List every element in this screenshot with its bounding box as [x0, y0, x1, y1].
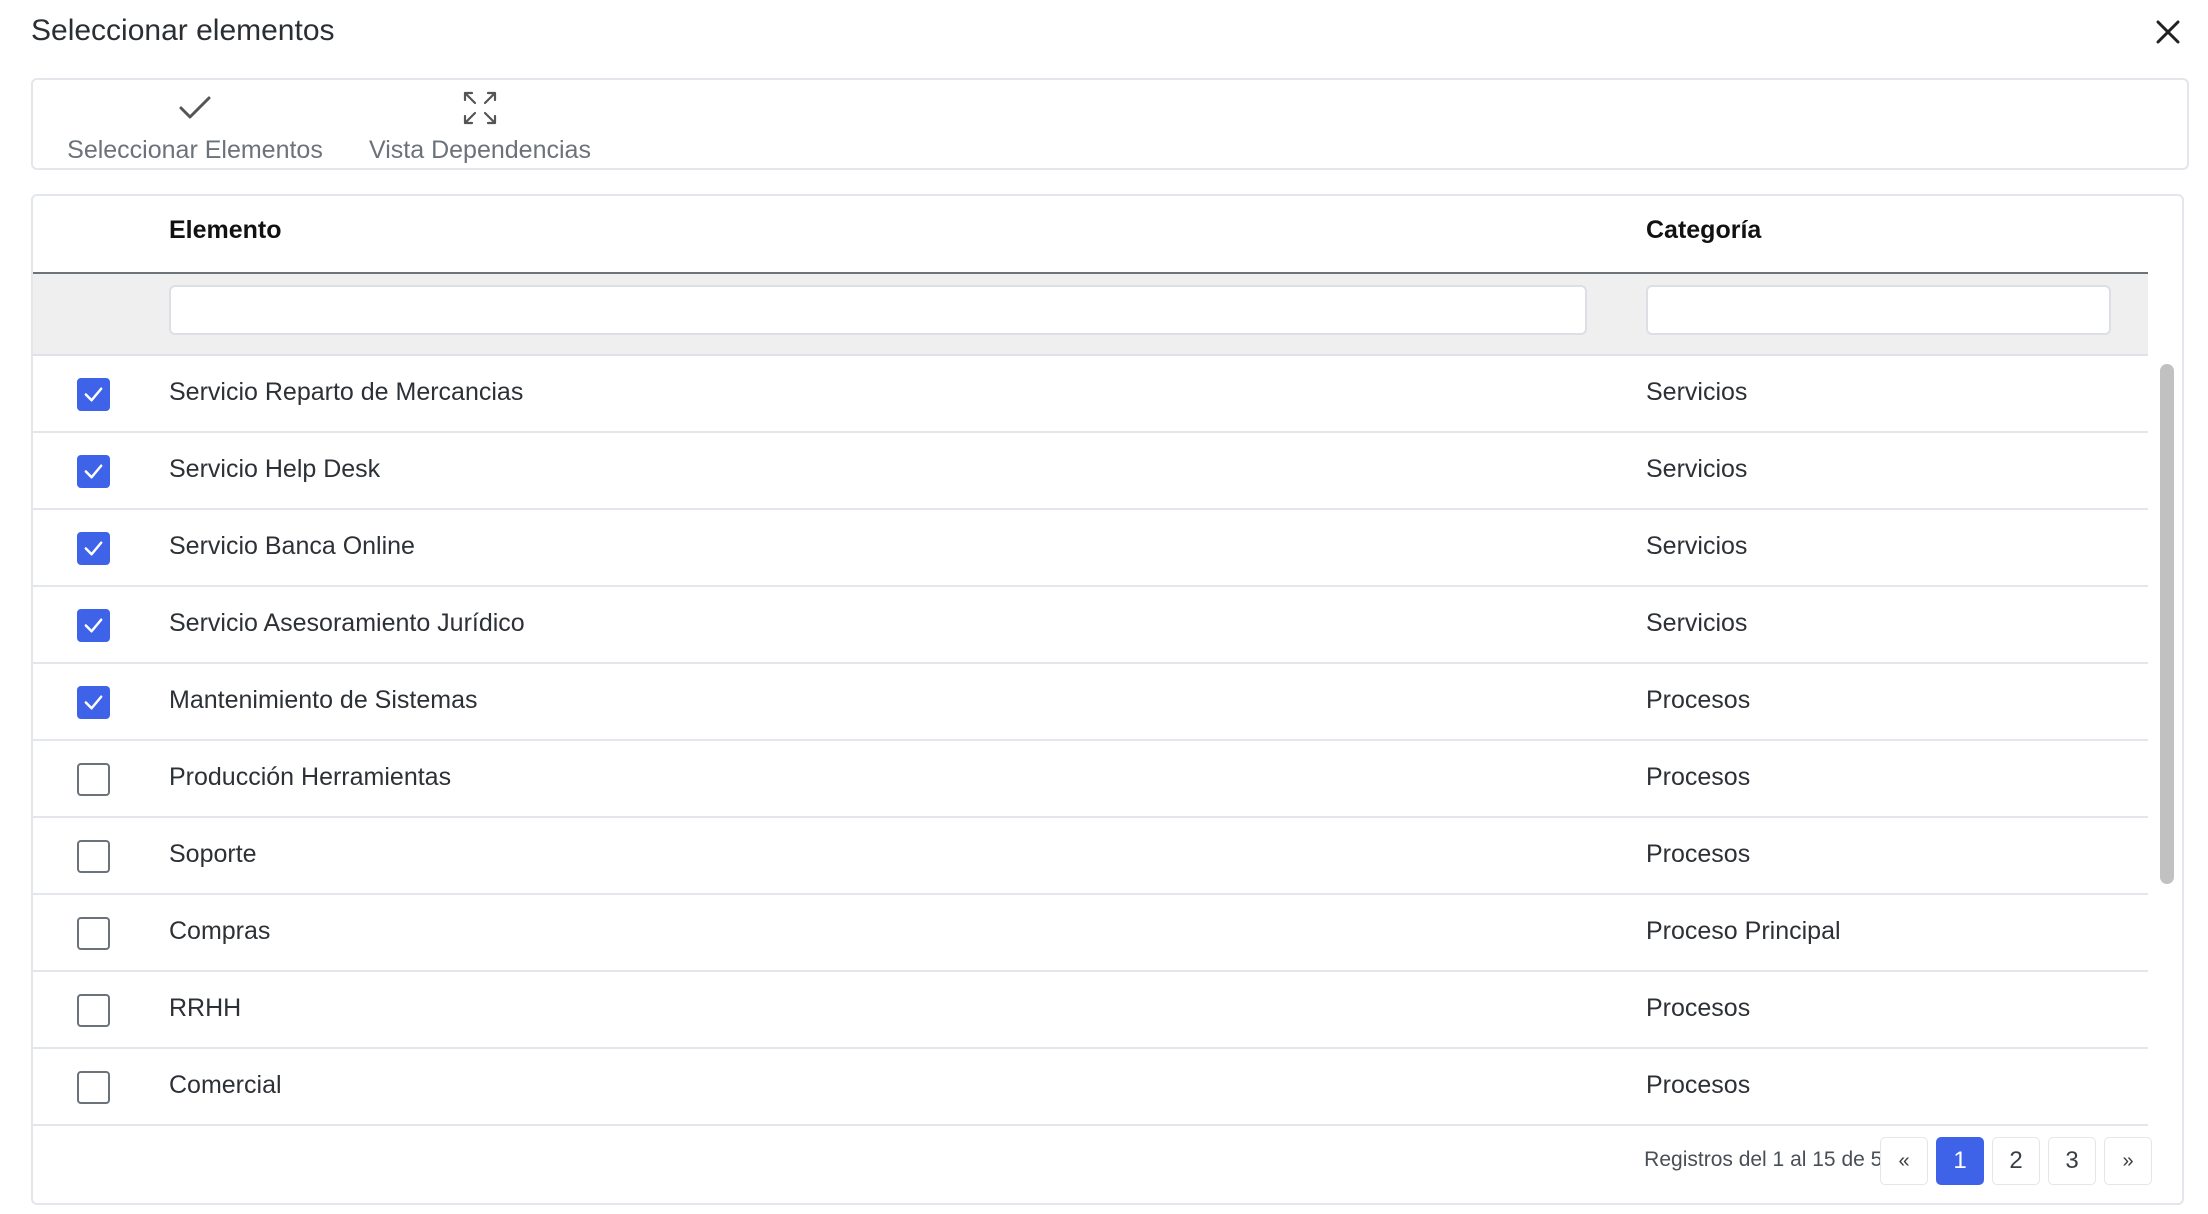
element-cell: Producción Herramientas — [169, 763, 452, 791]
table-row[interactable]: Servicio Help Desk Servicios — [33, 433, 2148, 510]
row-checkbox[interactable] — [77, 686, 110, 719]
category-cell: Procesos — [1646, 763, 1751, 791]
category-cell: Servicios — [1646, 532, 1748, 560]
select-elements-label: Seleccionar Elementos — [67, 136, 323, 164]
element-filter-input[interactable] — [169, 285, 1587, 335]
check-icon — [84, 695, 103, 710]
check-icon — [84, 618, 103, 633]
row-checkbox[interactable] — [77, 763, 110, 796]
page-next-button[interactable]: » — [2104, 1137, 2152, 1185]
element-cell: Mantenimiento de Sistemas — [169, 686, 478, 714]
category-cell: Procesos — [1646, 1071, 1751, 1099]
table-row[interactable]: Mantenimiento de Sistemas Procesos — [33, 664, 2148, 741]
row-checkbox[interactable] — [77, 917, 110, 950]
category-cell: Procesos — [1646, 840, 1751, 868]
page-1-button[interactable]: 1 — [1936, 1137, 1984, 1185]
expand-icon — [345, 88, 615, 128]
element-cell: Servicio Reparto de Mercancias — [169, 378, 524, 406]
element-cell: Servicio Banca Online — [169, 532, 415, 560]
element-cell: Comercial — [169, 1071, 282, 1099]
grid-body: Servicio Reparto de Mercancias Servicios S… — [33, 356, 2148, 1126]
page-prev-button[interactable]: « — [1880, 1137, 1928, 1185]
row-checkbox[interactable] — [77, 994, 110, 1027]
element-cell: RRHH — [169, 994, 242, 1022]
table-row[interactable]: Compras Proceso Principal — [33, 895, 2148, 972]
elements-grid: Elemento Categoría Servicio Reparto de M… — [31, 194, 2184, 1205]
category-cell: Servicios — [1646, 455, 1748, 483]
element-cell: Compras — [169, 917, 271, 945]
close-icon[interactable] — [2148, 12, 2188, 52]
page-3-button[interactable]: 3 — [2048, 1137, 2096, 1185]
grid-header: Elemento Categoría — [33, 196, 2148, 274]
grid-footer: Registros del 1 al 15 de 58 « 1 2 3 » — [33, 1124, 2182, 1203]
category-cell: Proceso Principal — [1646, 917, 1841, 945]
row-checkbox[interactable] — [77, 532, 110, 565]
row-checkbox[interactable] — [77, 609, 110, 642]
row-checkbox[interactable] — [77, 455, 110, 488]
table-row[interactable]: RRHH Procesos — [33, 972, 2148, 1049]
element-cell: Servicio Help Desk — [169, 455, 381, 483]
check-icon — [84, 541, 103, 556]
filter-row — [33, 274, 2148, 356]
table-row[interactable]: Soporte Procesos — [33, 818, 2148, 895]
records-summary: Registros del 1 al 15 de 58 — [1644, 1148, 1894, 1171]
category-cell: Servicios — [1646, 378, 1748, 406]
column-header-element[interactable]: Elemento — [169, 216, 282, 245]
dependencies-view-label: Vista Dependencias — [369, 136, 591, 164]
row-checkbox[interactable] — [77, 378, 110, 411]
element-cell: Soporte — [169, 840, 257, 868]
table-row[interactable]: Servicio Banca Online Servicios — [33, 510, 2148, 587]
table-row[interactable]: Servicio Reparto de Mercancias Servicios — [33, 356, 2148, 433]
check-icon — [84, 387, 103, 402]
checkmark-icon — [55, 88, 335, 128]
table-row[interactable]: Producción Herramientas Procesos — [33, 741, 2148, 818]
category-cell: Servicios — [1646, 609, 1748, 637]
column-header-category[interactable]: Categoría — [1646, 216, 1761, 245]
toolbar: Seleccionar Elementos Vista Dependencias — [31, 78, 2189, 170]
table-row[interactable]: Servicio Asesoramiento Jurídico Servicios — [33, 587, 2148, 664]
category-cell: Procesos — [1646, 686, 1751, 714]
check-icon — [84, 464, 103, 479]
page-2-button[interactable]: 2 — [1992, 1137, 2040, 1185]
category-filter-input[interactable] — [1646, 285, 2111, 335]
dependencies-view-button[interactable]: Vista Dependencias — [345, 80, 615, 168]
element-cell: Servicio Asesoramiento Jurídico — [169, 609, 525, 637]
dialog-title: Seleccionar elementos — [31, 14, 335, 47]
table-row[interactable]: Comercial Procesos — [33, 1049, 2148, 1126]
scrollbar[interactable] — [2160, 364, 2174, 884]
row-checkbox[interactable] — [77, 840, 110, 873]
select-elements-button[interactable]: Seleccionar Elementos — [55, 80, 335, 168]
row-checkbox[interactable] — [77, 1071, 110, 1104]
category-cell: Procesos — [1646, 994, 1751, 1022]
